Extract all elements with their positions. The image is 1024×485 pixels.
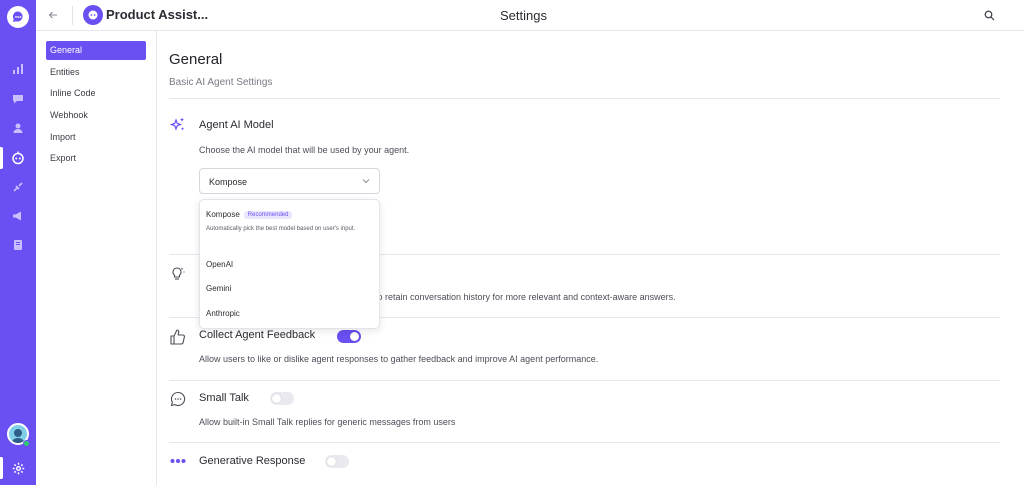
back-arrow-icon[interactable] <box>44 6 62 24</box>
contacts-icon[interactable] <box>0 115 36 141</box>
submenu-item-import[interactable]: Import <box>46 128 146 147</box>
ai-model-selected-value: Kompose <box>209 177 248 187</box>
small-talk-description: Allow built-in Small Talk replies for ge… <box>199 417 456 427</box>
search-icon[interactable] <box>980 6 998 24</box>
settings-main: General Basic AI Agent Settings Agent AI… <box>157 31 1024 485</box>
settings-gear-icon[interactable] <box>0 455 36 481</box>
recommended-badge: Recommended <box>243 211 293 219</box>
app-logo-icon[interactable] <box>7 6 29 28</box>
ai-model-description: Choose the AI model that will be used by… <box>199 145 410 155</box>
settings-submenu: General Entities Inline Code Webhook Imp… <box>36 31 157 485</box>
analytics-icon[interactable] <box>0 56 36 82</box>
agents-bot-icon[interactable] <box>0 145 36 171</box>
option-kompose[interactable]: Kompose Recommended <box>206 210 293 219</box>
option-openai[interactable]: OpenAI <box>206 260 233 269</box>
section-heading: General <box>169 51 223 68</box>
option-anthropic[interactable]: Anthropic <box>206 309 240 318</box>
small-talk-title: Small Talk <box>199 392 249 404</box>
small-talk-toggle[interactable] <box>270 392 294 405</box>
option-gemini[interactable]: Gemini <box>206 284 231 293</box>
top-header: Product Assist... Settings <box>36 0 1024 31</box>
submenu-item-inline-code[interactable]: Inline Code <box>46 84 146 103</box>
online-status-dot <box>23 440 30 447</box>
feedback-title: Collect Agent Feedback <box>199 329 316 341</box>
ai-model-dropdown: Kompose Recommended Automatically pick th… <box>199 199 380 329</box>
divider <box>169 380 1000 381</box>
submenu-item-entities[interactable]: Entities <box>46 63 146 82</box>
agent-name[interactable]: Product Assist... <box>106 7 208 22</box>
header-divider <box>72 6 73 25</box>
page-title: Settings <box>500 8 547 23</box>
generative-toggle[interactable] <box>325 455 349 468</box>
dots-icon <box>169 452 187 470</box>
memory-description: t to retain conversation history for mor… <box>370 292 676 302</box>
chat-bubble-icon <box>169 390 187 408</box>
option-kompose-description: Automatically pick the best model based … <box>206 226 356 232</box>
thumbs-up-icon <box>169 328 187 346</box>
app-sidebar-rail <box>0 0 36 485</box>
integrations-icon[interactable] <box>0 174 36 200</box>
ai-model-title: Agent AI Model <box>199 119 274 131</box>
broadcast-megaphone-icon[interactable] <box>0 203 36 229</box>
lightbulb-icon <box>169 265 187 283</box>
knowledge-book-icon[interactable] <box>0 232 36 258</box>
chevron-down-icon <box>362 179 370 184</box>
submenu-item-webhook[interactable]: Webhook <box>46 106 146 125</box>
feedback-toggle[interactable] <box>337 330 361 343</box>
divider <box>169 442 1000 443</box>
feedback-description: Allow users to like or dislike agent res… <box>199 354 599 364</box>
option-kompose-label: Kompose <box>206 210 240 219</box>
submenu-item-general[interactable]: General <box>46 41 146 60</box>
submenu-item-export[interactable]: Export <box>46 149 146 168</box>
section-subheading: Basic AI Agent Settings <box>169 77 273 88</box>
generative-title: Generative Response <box>199 455 306 467</box>
sparkles-icon <box>169 116 187 134</box>
conversations-icon[interactable] <box>0 86 36 112</box>
agent-avatar-icon <box>83 5 103 25</box>
ai-model-select[interactable]: Kompose <box>199 168 380 194</box>
divider <box>169 98 1000 99</box>
